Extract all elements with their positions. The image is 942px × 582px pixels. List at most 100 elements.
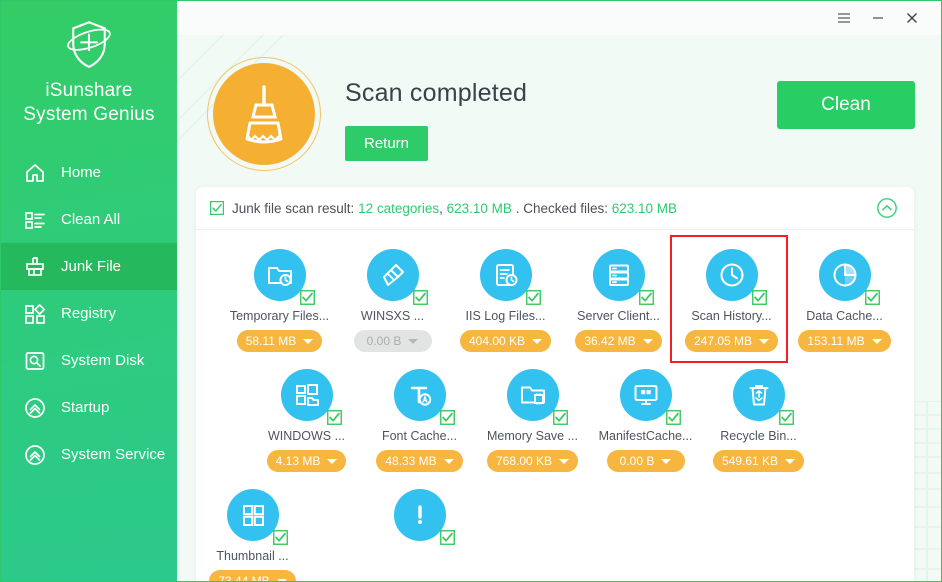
sidebar-item-label: Junk File bbox=[61, 258, 122, 275]
sidebar-item-label: System Service bbox=[61, 446, 166, 463]
tile-checkbox-icon[interactable] bbox=[665, 410, 681, 425]
sidebar-item-label: System Disk bbox=[61, 352, 145, 369]
junk-tile-winsxs[interactable]: WINSXS ... 0.00 B bbox=[336, 244, 449, 352]
tile-icon-wrap bbox=[280, 369, 342, 425]
windows-tiles-icon bbox=[280, 369, 333, 421]
tile-size-dropdown[interactable]: 404.00 KB bbox=[459, 330, 552, 352]
junk-tile-recycle-bin[interactable]: Recycle Bin... 549.61 KB bbox=[702, 364, 815, 472]
thumbnail-grid-icon bbox=[226, 489, 279, 541]
tile-icon-wrap bbox=[732, 369, 794, 425]
menu-icon[interactable] bbox=[827, 3, 861, 33]
folder-clock-icon bbox=[253, 249, 306, 301]
junk-tile-thumbnail[interactable]: Thumbnail ... 73.44 MB bbox=[196, 484, 309, 581]
tile-checkbox-icon[interactable] bbox=[525, 290, 541, 305]
result-mid: , bbox=[439, 200, 447, 216]
junk-tile-windows[interactable]: WINDOWS ... 4.13 MB bbox=[250, 364, 363, 472]
junk-tile-server-client[interactable]: Server Client... 36.42 MB bbox=[562, 244, 675, 352]
scan-result-text: Junk file scan result: 12 categories, 62… bbox=[232, 201, 677, 216]
junk-tile-memory-save[interactable]: Memory Save ... 768.00 KB bbox=[476, 364, 589, 472]
chevron-down-icon bbox=[276, 578, 287, 581]
chevron-down-icon bbox=[443, 458, 454, 464]
tile-checkbox-icon[interactable] bbox=[326, 410, 342, 425]
tile-label: Temporary Files... bbox=[229, 309, 330, 323]
result-checked-size: 623.10 MB bbox=[611, 200, 678, 216]
tile-label: WINDOWS ... bbox=[267, 429, 346, 443]
tile-size-value: 58.11 MB bbox=[245, 334, 297, 348]
collapse-toggle-icon[interactable] bbox=[876, 197, 898, 219]
sidebar-item-system-service[interactable]: System Service bbox=[1, 431, 177, 478]
scan-header-text: Scan completed Return bbox=[345, 51, 777, 161]
monitor-icon bbox=[619, 369, 672, 421]
tile-size-dropdown[interactable]: 549.61 KB bbox=[712, 450, 805, 472]
grid-spacer bbox=[309, 484, 336, 581]
tile-checkbox-icon[interactable] bbox=[778, 410, 794, 425]
tile-checkbox-icon[interactable] bbox=[552, 410, 568, 425]
sidebar-item-label: Home bbox=[61, 164, 102, 181]
sidebar-item-clean-all[interactable]: Clean All bbox=[1, 196, 177, 243]
tile-size-dropdown[interactable]: 58.11 MB bbox=[236, 330, 323, 352]
sidebar-item-startup[interactable]: Startup bbox=[1, 384, 177, 431]
junk-tile-manifest-cache[interactable]: ManifestCache... 0.00 B bbox=[589, 364, 702, 472]
tile-checkbox-icon[interactable] bbox=[638, 290, 654, 305]
tile-label: Scan History... bbox=[691, 309, 772, 323]
clock-icon bbox=[705, 249, 758, 301]
sidebar: iSunshare System Genius Home Clean All J… bbox=[1, 1, 177, 581]
broom-icon bbox=[366, 249, 419, 301]
tile-size-dropdown[interactable]: 4.13 MB bbox=[266, 450, 347, 472]
tile-icon-wrap bbox=[253, 249, 315, 305]
title-bar bbox=[177, 1, 941, 35]
clean-button[interactable]: Clean bbox=[777, 81, 915, 129]
close-icon[interactable] bbox=[895, 3, 929, 33]
tile-size-dropdown[interactable]: 153.11 MB bbox=[798, 330, 891, 352]
junk-tile-other[interactable] bbox=[363, 484, 476, 581]
return-button[interactable]: Return bbox=[345, 126, 429, 161]
checkbox-checked-icon[interactable] bbox=[210, 201, 224, 215]
tile-icon-wrap bbox=[592, 249, 654, 305]
tile-checkbox-icon[interactable] bbox=[439, 410, 455, 425]
chevron-down-icon bbox=[532, 338, 543, 344]
sidebar-item-system-disk[interactable]: System Disk bbox=[1, 337, 177, 384]
tile-size-dropdown[interactable]: 247.05 MB bbox=[684, 330, 779, 352]
tile-icon-wrap bbox=[818, 249, 880, 305]
clean-all-icon bbox=[23, 208, 47, 232]
sidebar-item-registry[interactable]: Registry bbox=[1, 290, 177, 337]
log-clock-icon bbox=[479, 249, 532, 301]
tile-size-dropdown[interactable]: 36.42 MB bbox=[575, 330, 662, 352]
tile-size-dropdown[interactable]: 48.33 MB bbox=[376, 450, 463, 472]
tile-size-dropdown[interactable]: 768.00 KB bbox=[486, 450, 579, 472]
sidebar-item-junk-file[interactable]: Junk File bbox=[1, 243, 177, 290]
brand: iSunshare System Genius bbox=[1, 17, 177, 127]
tile-size-value: 0.00 B bbox=[619, 454, 655, 468]
tile-size-dropdown[interactable]: 0.00 B bbox=[606, 450, 685, 472]
tile-size-dropdown[interactable]: 73.44 MB bbox=[209, 570, 296, 581]
tile-checkbox-icon[interactable] bbox=[299, 290, 315, 305]
tile-checkbox-icon[interactable] bbox=[751, 290, 767, 305]
junk-tile-scan-history[interactable]: Scan History... 247.05 MB bbox=[670, 235, 788, 363]
pie-chart-icon bbox=[818, 249, 871, 301]
page-title: Scan completed bbox=[345, 79, 528, 107]
result-prefix: Junk file scan result: bbox=[232, 200, 359, 216]
tile-checkbox-icon[interactable] bbox=[439, 530, 455, 545]
recycle-bin-icon bbox=[732, 369, 785, 421]
tile-icon-wrap bbox=[393, 489, 455, 545]
result-separator: . Checked files: bbox=[511, 200, 612, 216]
junk-tile-data-cache[interactable]: Data Cache... 153.11 MB bbox=[788, 244, 901, 352]
tile-label: Data Cache... bbox=[806, 309, 883, 323]
tile-size-dropdown[interactable]: 0.00 B bbox=[353, 330, 432, 352]
sidebar-item-home[interactable]: Home bbox=[1, 149, 177, 196]
chevron-down-icon bbox=[785, 458, 796, 464]
grid-spacer bbox=[336, 484, 363, 581]
sidebar-item-label: Startup bbox=[61, 399, 110, 416]
chevron-down-icon bbox=[642, 338, 653, 344]
tile-checkbox-icon[interactable] bbox=[272, 530, 288, 545]
junk-tile-iis-log-files[interactable]: IIS Log Files... 404.00 KB bbox=[449, 244, 562, 352]
minimize-icon[interactable] bbox=[861, 3, 895, 33]
system-disk-icon bbox=[23, 349, 47, 373]
tile-label: WINSXS ... bbox=[360, 309, 425, 323]
junk-tile-temporary-files[interactable]: Temporary Files... 58.11 MB bbox=[223, 244, 336, 352]
tile-checkbox-icon[interactable] bbox=[412, 290, 428, 305]
junk-tile-font-cache[interactable]: Font Cache... 48.33 MB bbox=[363, 364, 476, 472]
tile-checkbox-icon[interactable] bbox=[864, 290, 880, 305]
font-icon bbox=[393, 369, 446, 421]
tile-icon-wrap bbox=[506, 369, 568, 425]
